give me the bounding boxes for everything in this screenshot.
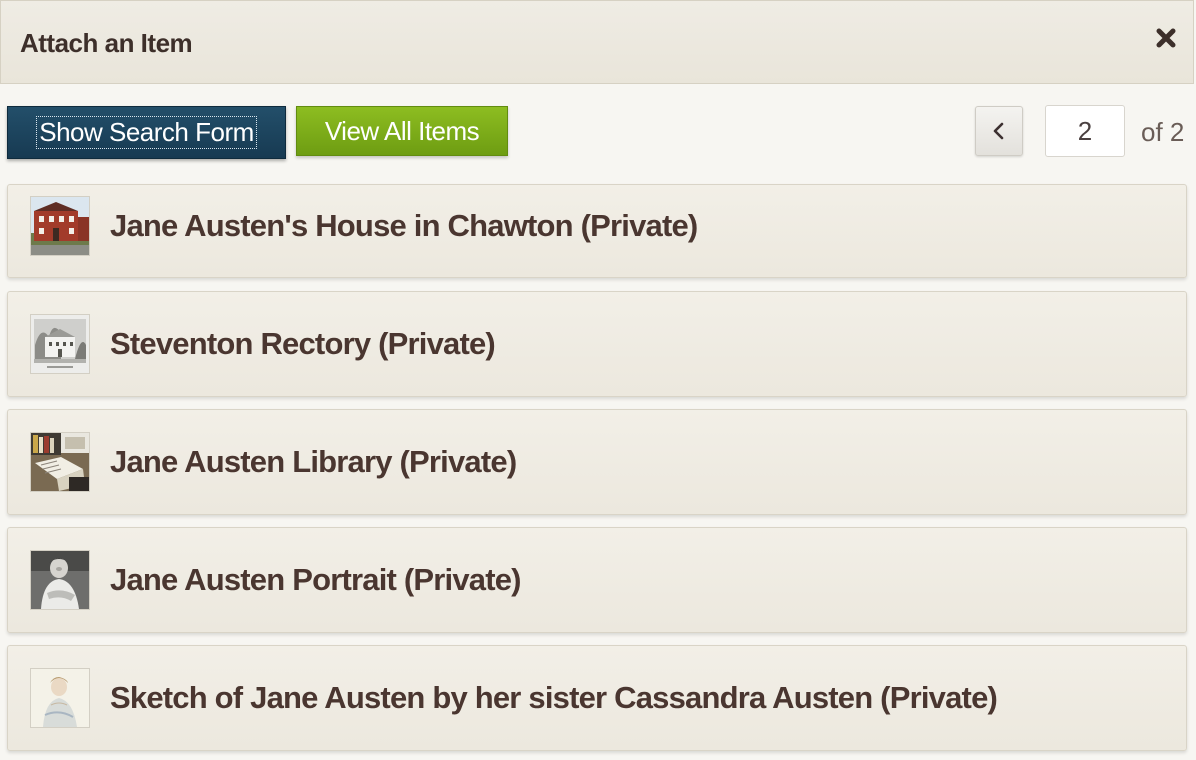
page-number-input[interactable] [1045, 105, 1125, 157]
item-title: Jane Austen Library (Private) [110, 444, 517, 479]
rectory-engraving-thumbnail [30, 314, 90, 374]
dialog-title: Attach an Item [20, 28, 193, 58]
show-search-form-label: Show Search Form [36, 116, 257, 149]
house-photo-thumbnail [30, 196, 90, 256]
item-title: Jane Austen Portrait (Private) [110, 562, 522, 597]
previous-page-button[interactable] [975, 106, 1023, 156]
item-title: Jane Austen's House in Chawton (Private) [110, 208, 698, 243]
list-item[interactable]: Sketch of Jane Austen by her sister Cass… [7, 645, 1187, 751]
list-item[interactable]: Jane Austen's House in Chawton (Private) [7, 184, 1187, 278]
item-title: Sketch of Jane Austen by her sister Cass… [110, 680, 998, 715]
library-photo-thumbnail [30, 432, 90, 492]
dialog-header: Attach an Item [0, 0, 1194, 84]
list-item[interactable]: Jane Austen Portrait (Private) [7, 527, 1187, 633]
page-total-label: of 2 [1141, 117, 1185, 147]
chevron-left-icon [993, 122, 1004, 140]
close-icon[interactable] [1155, 27, 1177, 49]
view-all-items-button[interactable]: View All Items [296, 106, 508, 156]
toolbar: Show Search Form View All Items of 2 [0, 84, 1196, 184]
list-item[interactable]: Jane Austen Library (Private) [7, 409, 1187, 515]
portrait-thumbnail [30, 550, 90, 610]
sketch-thumbnail [30, 668, 90, 728]
list-item[interactable]: Steventon Rectory (Private) [7, 291, 1187, 397]
show-search-form-button[interactable]: Show Search Form [7, 106, 286, 159]
item-title: Steventon Rectory (Private) [110, 326, 496, 361]
